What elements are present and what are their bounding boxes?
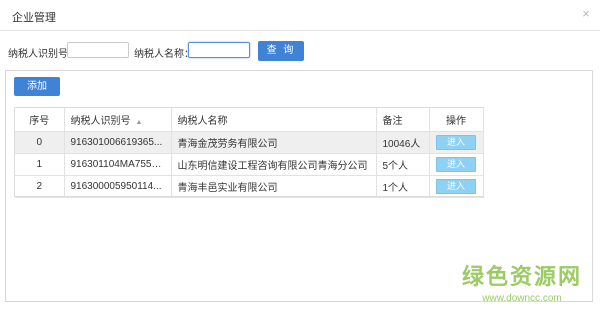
cell-taxpayer-id: 916301006619365... bbox=[64, 131, 172, 154]
enter-button[interactable]: 进入 bbox=[436, 157, 476, 172]
cell-action: 进入 bbox=[429, 175, 484, 198]
site-watermark: 绿色资源网 www.downcc.com bbox=[462, 259, 582, 304]
close-icon[interactable]: × bbox=[580, 7, 592, 20]
cell-action: 进入 bbox=[429, 131, 484, 154]
cell-index: 2 bbox=[15, 175, 65, 198]
cell-taxpayer-name: 山东明信建设工程咨询有限公司青海分公司 bbox=[171, 153, 377, 176]
taxpayer-name-label: 纳税人名称： bbox=[134, 49, 194, 60]
cell-taxpayer-name: 青海丰邑实业有限公司 bbox=[171, 175, 377, 198]
cell-taxpayer-id: 916300005950114... bbox=[64, 175, 172, 198]
cell-taxpayer-id: 916301104MA7551... bbox=[64, 153, 172, 176]
cell-remark: 5个人 bbox=[376, 153, 430, 176]
col-header-taxpayer-name[interactable]: 纳税人名称 bbox=[171, 108, 377, 132]
taxpayer-id-input[interactable] bbox=[67, 42, 129, 58]
watermark-url: www.downcc.com bbox=[482, 293, 562, 304]
dialog-title: 企业管理 bbox=[12, 12, 56, 24]
dialog-titlebar: 企业管理 × bbox=[0, 0, 600, 31]
col-header-action: 操作 bbox=[429, 108, 484, 132]
cell-index: 0 bbox=[15, 131, 65, 154]
query-button[interactable]: 查 询 bbox=[258, 41, 304, 61]
sort-asc-icon[interactable]: ▲ bbox=[136, 119, 143, 126]
cell-remark: 1个人 bbox=[376, 175, 430, 198]
enterprise-table: 序号 纳税人识别号 ▲ 纳税人名称 备注 操作 0 916301006619365… bbox=[14, 107, 484, 198]
table-row[interactable]: 1 916301104MA7551... 山东明信建设工程咨询有限公司青海分公司… bbox=[15, 153, 484, 176]
add-button[interactable]: 添加 bbox=[14, 77, 60, 96]
table-header-row: 序号 纳税人识别号 ▲ 纳税人名称 备注 操作 bbox=[15, 108, 484, 132]
taxpayer-name-input[interactable] bbox=[188, 42, 250, 58]
table-row[interactable]: 2 916300005950114... 青海丰邑实业有限公司 1个人 进入 bbox=[15, 175, 484, 198]
col-header-remark[interactable]: 备注 bbox=[376, 108, 430, 132]
cell-taxpayer-name: 青海金茂劳务有限公司 bbox=[171, 131, 377, 154]
col-header-taxpayer-id[interactable]: 纳税人识别号 ▲ bbox=[64, 108, 172, 132]
watermark-text: 绿色资源网 bbox=[461, 264, 582, 289]
table-row[interactable]: 0 916301006619365... 青海金茂劳务有限公司 10046人 进… bbox=[15, 131, 484, 154]
enter-button[interactable]: 进入 bbox=[436, 135, 476, 150]
col-header-index[interactable]: 序号 bbox=[15, 108, 65, 132]
cell-remark: 10046人 bbox=[376, 131, 430, 154]
cell-index: 1 bbox=[15, 153, 65, 176]
enter-button[interactable]: 进入 bbox=[436, 179, 476, 194]
col-header-taxpayer-id-label: 纳税人识别号 bbox=[70, 116, 131, 127]
cell-action: 进入 bbox=[429, 153, 484, 176]
search-bar: 纳税人识别号： 纳税人名称： 查 询 bbox=[0, 40, 600, 62]
